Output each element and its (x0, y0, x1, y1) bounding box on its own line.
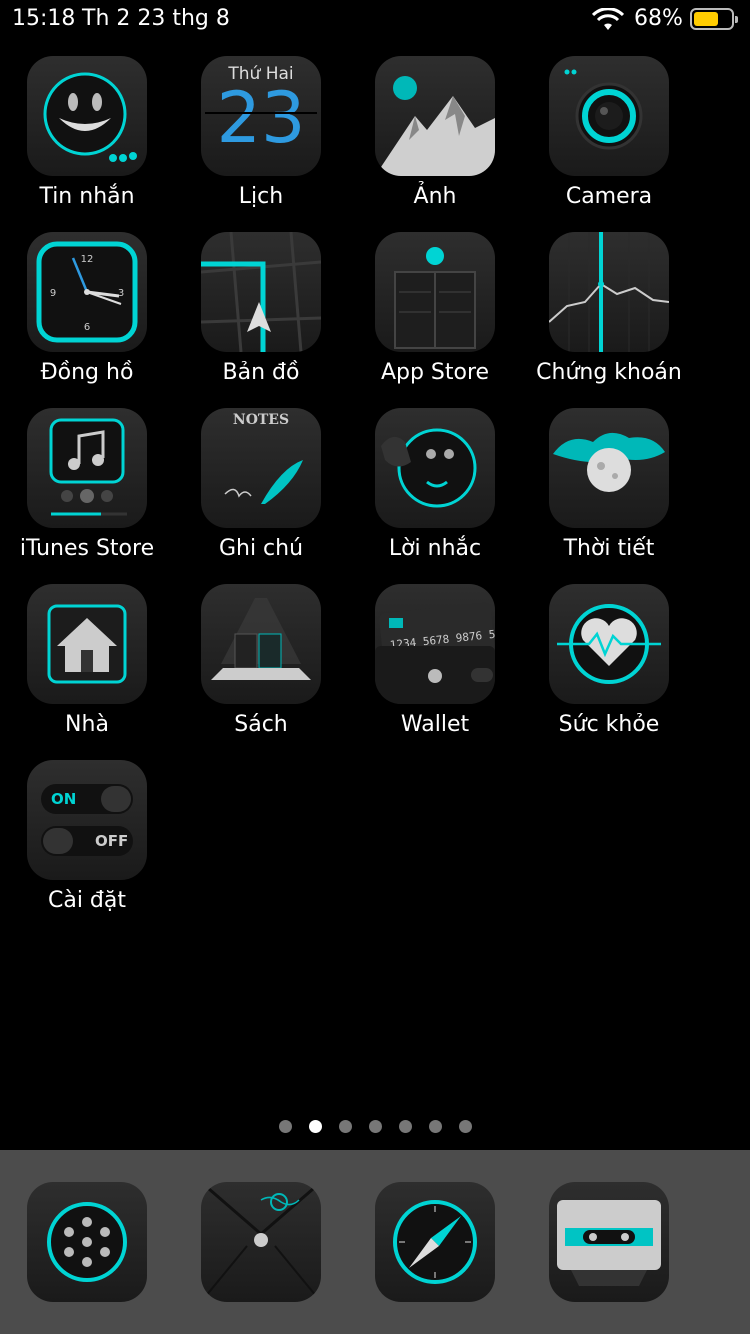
status-time: 15:18 (12, 6, 76, 31)
rotary-dial-icon (27, 1182, 147, 1302)
battery-fill (694, 12, 718, 26)
app-label: Ảnh (413, 184, 457, 209)
app-notes[interactable]: NOTES Ghi chú (174, 408, 348, 584)
battery-icon (690, 8, 738, 30)
app-settings[interactable]: ON OFF Cài đặt (0, 760, 174, 936)
house-icon (27, 584, 147, 704)
app-label: App Store (380, 360, 490, 385)
app-home[interactable]: Nhà (0, 584, 174, 760)
app-label: Wallet (400, 712, 470, 737)
app-camera[interactable]: Camera (522, 56, 696, 232)
thumbs-up-face-icon (375, 408, 495, 528)
map-arrow-icon (201, 232, 321, 352)
app-label: Camera (565, 184, 653, 209)
dock (0, 1150, 750, 1334)
compass-icon (375, 1182, 495, 1302)
app-maps[interactable]: Bản đồ (174, 232, 348, 408)
svg-text:12: 12 (81, 254, 94, 265)
dock-app-safari[interactable] (348, 1150, 522, 1326)
page-dot[interactable] (278, 1120, 292, 1133)
toggle-off-label: OFF (95, 832, 129, 850)
mountain-icon (375, 56, 495, 176)
cassette-icon (549, 1182, 669, 1302)
app-label: Ghi chú (218, 536, 304, 561)
heart-pulse-icon (549, 584, 669, 704)
toggle-on-label: ON (51, 790, 77, 808)
envelope-icon (201, 1182, 321, 1302)
toggle-switch-icon: ON OFF (27, 760, 147, 880)
app-app-store[interactable]: App Store (348, 232, 522, 408)
dock-app-mail[interactable] (174, 1150, 348, 1326)
battery-percent: 68% (634, 6, 683, 31)
bookshelf-icon (201, 584, 321, 704)
music-note-icon (27, 408, 147, 528)
page-dot[interactable] (458, 1120, 472, 1133)
app-label: Tin nhắn (39, 184, 135, 209)
app-label: Cài đặt (47, 888, 127, 913)
app-messages[interactable]: Tin nhắn (0, 56, 174, 232)
app-calendar[interactable]: Thứ Hai 23 Lịch (174, 56, 348, 232)
calendar-day: 23 (216, 77, 306, 159)
status-date: Th 2 23 thg 8 (82, 6, 230, 31)
page-dot[interactable] (398, 1120, 412, 1133)
status-bar: 15:18 Th 2 23 thg 8 68% (0, 0, 750, 40)
credit-card-icon: 1234 5678 9876 5432 (375, 584, 495, 704)
page-dot[interactable] (368, 1120, 382, 1133)
app-label: Đồng hồ (40, 360, 134, 385)
app-weather[interactable]: Thời tiết (522, 408, 696, 584)
smiley-icon (27, 56, 147, 176)
page-dot[interactable] (338, 1120, 352, 1133)
app-health[interactable]: Sức khỏe (522, 584, 696, 760)
app-label: Sức khỏe (558, 712, 660, 737)
moon-cloud-icon (549, 408, 669, 528)
page-dot[interactable] (428, 1120, 442, 1133)
app-wallet[interactable]: 1234 5678 9876 5432 Wallet (348, 584, 522, 760)
app-stocks[interactable]: Chứng khoán (522, 232, 696, 408)
app-itunes[interactable]: iTunes Store (0, 408, 174, 584)
dock-app-phone[interactable] (0, 1150, 174, 1326)
svg-text:6: 6 (84, 322, 90, 333)
stock-line-icon (549, 232, 669, 352)
app-label: Chứng khoán (536, 360, 682, 385)
wifi-icon (592, 8, 624, 30)
app-photos[interactable]: Ảnh (348, 56, 522, 232)
clock-icon: 12 3 69 (27, 232, 147, 352)
page-indicator[interactable] (0, 1118, 750, 1136)
page-dot[interactable] (308, 1120, 322, 1133)
app-reminders[interactable]: Lời nhắc (348, 408, 522, 584)
camera-lens-icon (549, 56, 669, 176)
app-label: Thời tiết (563, 536, 655, 561)
app-label: Bản đồ (222, 360, 300, 385)
app-label: iTunes Store (19, 536, 155, 561)
quill-icon: NOTES (201, 408, 321, 528)
app-books[interactable]: Sách (174, 584, 348, 760)
svg-text:9: 9 (50, 288, 56, 299)
dock-app-music[interactable] (522, 1150, 696, 1326)
app-label: Lịch (238, 184, 284, 209)
app-label: Sách (234, 712, 288, 737)
app-label: Lời nhắc (388, 536, 482, 561)
app-label: Nhà (65, 712, 109, 737)
store-door-icon (375, 232, 495, 352)
calendar-icon: Thứ Hai 23 (201, 56, 321, 176)
app-clock[interactable]: 12 3 69 Đồng hồ (0, 232, 174, 408)
